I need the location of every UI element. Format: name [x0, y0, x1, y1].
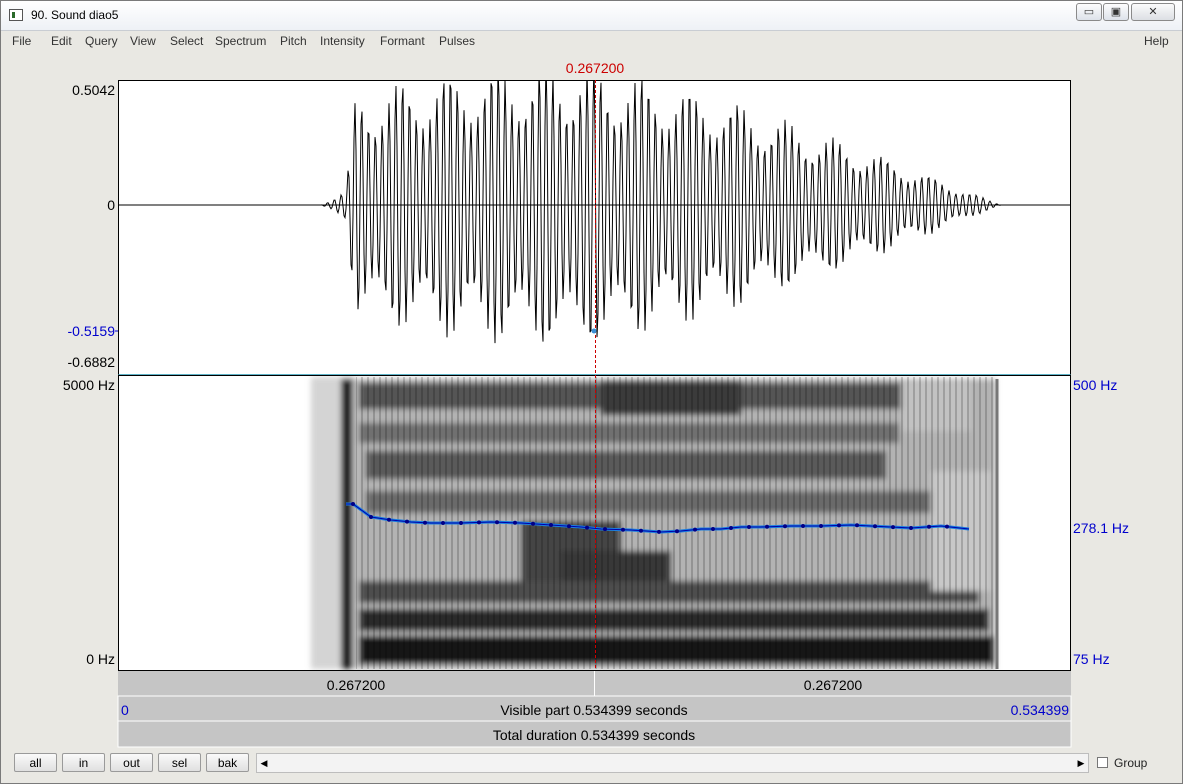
menu-spectrum[interactable]: Spectrum	[215, 34, 266, 48]
menu-file[interactable]: File	[12, 34, 31, 48]
editor-window: 90. Sound diao5 ▭ ▣ ✕ File Edit Query Vi…	[0, 0, 1183, 784]
pitch-point	[873, 524, 877, 529]
menu-pulses[interactable]: Pulses	[439, 34, 475, 48]
menu-help[interactable]: Help	[1144, 34, 1169, 48]
pitch-point	[603, 527, 607, 532]
spectrogram-f-min: 0 Hz	[86, 651, 115, 667]
horizontal-scrollbar[interactable]: ◀ ▶	[256, 753, 1089, 773]
title-bar: 90. Sound diao5 ▭ ▣ ✕	[1, 1, 1182, 31]
pitch-max: 500 Hz	[1073, 377, 1117, 393]
sound-editor-canvas[interactable]: 0.267200 0.5042 0 -0.5159 -0.6882 5000 H…	[1, 53, 1182, 753]
pitch-point	[693, 527, 697, 532]
pitch-point	[747, 525, 751, 529]
cursor-time-label: 0.267200	[566, 60, 625, 76]
pitch-point	[891, 525, 895, 530]
pitch-point	[945, 524, 949, 529]
zoom-out-button[interactable]: out	[110, 753, 153, 772]
visible-end: 0.534399	[1011, 702, 1070, 718]
pitch-point	[351, 502, 355, 506]
pitch-point	[783, 524, 787, 529]
visible-start: 0	[121, 702, 129, 718]
group-label: Group	[1114, 756, 1148, 770]
time-bar-left-label: 0.267200	[327, 677, 386, 693]
pitch-point	[405, 519, 409, 524]
scroll-right-icon[interactable]: ▶	[1074, 754, 1088, 772]
waveform-y-min: -0.6882	[68, 354, 116, 370]
pitch-point	[549, 523, 553, 527]
pitch-point	[909, 526, 913, 530]
app-icon	[9, 9, 23, 21]
menu-formant[interactable]: Formant	[380, 34, 425, 48]
pitch-cursor-value: 278.1 Hz	[1073, 520, 1129, 536]
pitch-point	[459, 521, 463, 525]
waveform-y-max: 0.5042	[72, 82, 115, 98]
total-duration-label: Total duration 0.534399 seconds	[493, 727, 695, 743]
maximize-button[interactable]: ▣	[1103, 3, 1129, 21]
spectrogram-f-max: 5000 Hz	[63, 377, 115, 393]
pitch-point	[927, 524, 931, 529]
pitch-min: 75 Hz	[1073, 651, 1110, 667]
pitch-point	[531, 521, 535, 526]
menu-pitch[interactable]: Pitch	[280, 34, 307, 48]
pitch-point	[729, 526, 733, 530]
pitch-point	[639, 528, 643, 533]
pitch-point	[801, 524, 805, 528]
menu-intensity[interactable]: Intensity	[320, 34, 365, 48]
scroll-left-icon[interactable]: ◀	[257, 754, 271, 772]
pitch-point	[495, 520, 499, 525]
pitch-point	[711, 527, 715, 531]
menu-bar: File Edit Query View Select Spectrum Pit…	[1, 30, 1182, 52]
time-bar-right-label: 0.267200	[804, 677, 863, 693]
menu-edit[interactable]: Edit	[51, 34, 72, 48]
zoom-selection-button[interactable]: sel	[158, 753, 201, 772]
zoom-back-button[interactable]: bak	[206, 753, 249, 772]
pitch-point	[585, 525, 589, 530]
pitch-point	[369, 515, 373, 519]
pitch-point	[567, 524, 571, 529]
pitch-point	[837, 523, 841, 528]
pitch-point	[819, 524, 823, 528]
pitch-point	[657, 529, 661, 534]
pitch-point	[765, 524, 769, 529]
menu-select[interactable]: Select	[170, 34, 203, 48]
visible-part-label: Visible part 0.534399 seconds	[500, 702, 687, 718]
group-checkbox[interactable]	[1097, 757, 1108, 768]
waveform-cursor-value: -0.5159	[68, 323, 116, 339]
menu-view[interactable]: View	[130, 34, 156, 48]
pitch-point	[423, 520, 427, 525]
zoom-in-button[interactable]: in	[62, 753, 105, 772]
pitch-point	[441, 521, 445, 525]
show-all-button[interactable]: all	[14, 753, 57, 772]
cursor-point	[591, 328, 597, 334]
pitch-point	[855, 523, 859, 528]
pitch-point	[513, 520, 517, 525]
window-title: 90. Sound diao5	[31, 8, 119, 22]
pitch-point	[477, 520, 481, 525]
close-button[interactable]: ✕	[1131, 3, 1175, 21]
pitch-point	[621, 527, 625, 532]
minimize-button[interactable]: ▭	[1076, 3, 1102, 21]
pitch-point	[387, 517, 391, 522]
menu-query[interactable]: Query	[85, 34, 118, 48]
waveform-y-zero: 0	[107, 197, 115, 213]
pitch-point	[675, 529, 679, 534]
